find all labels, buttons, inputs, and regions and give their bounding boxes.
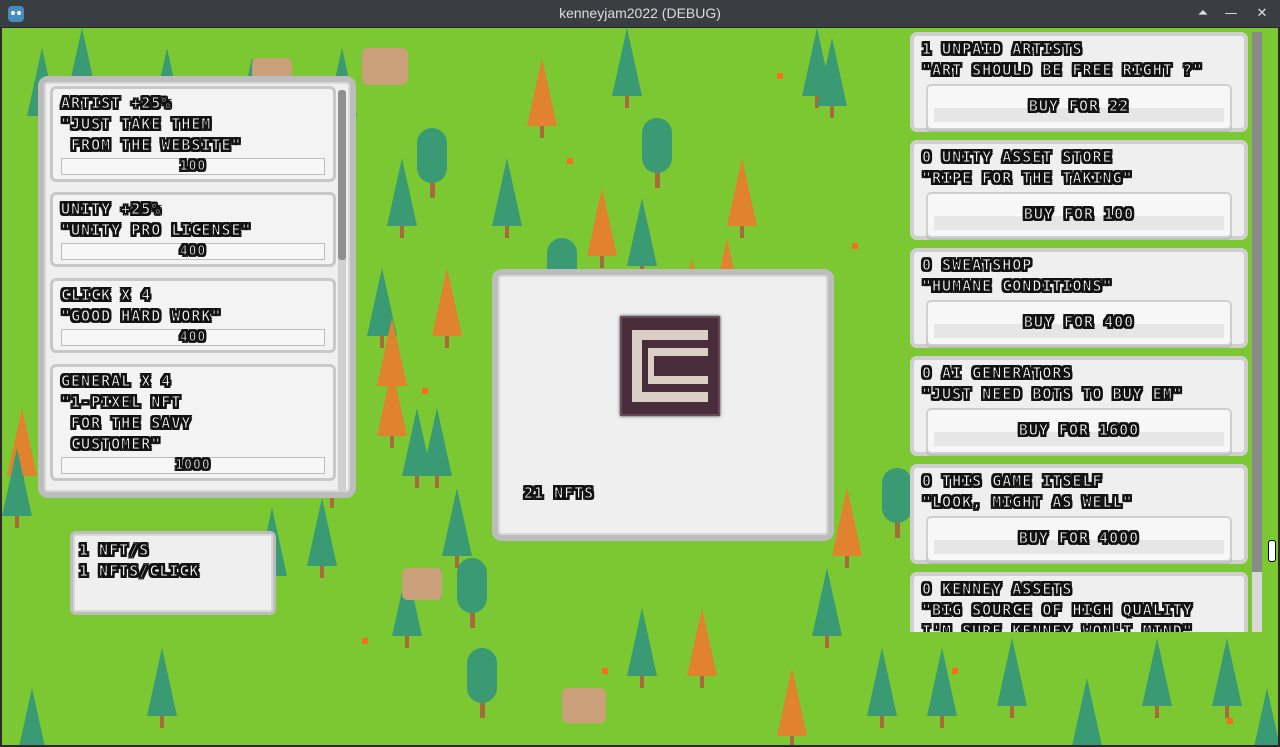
minimize-icon[interactable]: — [1221,4,1241,24]
upgrade-price: 400 [61,243,325,260]
upgrade-description: GENERAL X 4 "1-PIXEL NFT FOR THE SAVY CU… [61,372,192,454]
generator-this-game-itself: 0 THIS GAME ITSELF "LOOK, MIGHT AS WELL"… [910,464,1248,564]
upgrade-price: 1000 [61,457,325,474]
nft-per-second: 1 NFT/S [79,541,150,560]
generators-list: 1 UNPAID ARTISTS "ART SHOULD BE FREE RIG… [910,32,1266,632]
window-titlebar: kenneyjam2022 (DEBUG) ⏶ — ✕ [0,0,1280,28]
upgrade-item-unity[interactable]: UNITY +25% "UNITY PRO LICENSE" 400 [50,192,336,267]
upgrade-price: 400 [61,329,325,346]
buy-button[interactable]: BUY FOR 22 [926,84,1232,130]
upgrades-scroll-thumb[interactable] [338,90,346,260]
upgrade-item-general[interactable]: GENERAL X 4 "1-PIXEL NFT FOR THE SAVY CU… [50,364,336,481]
generator-title: 0 KENNEY ASSETS [922,580,1073,599]
generator-title: 1 UNPAID ARTISTS [922,40,1083,59]
buy-button[interactable]: BUY FOR 100 [926,192,1232,238]
upgrade-description: CLICK X 4 "GOOD HARD WORK" [61,286,222,326]
generators-scroll-thumb[interactable] [1252,32,1262,572]
nft-per-click: 1 NFTS/CLICK [79,562,200,581]
generator-sweatshop: 0 SWEATSHOP "HUMANE CONDITIONS" BUY FOR … [910,248,1248,348]
buy-button[interactable]: BUY FOR 400 [926,300,1232,346]
generator-title: 0 AI GENERATORS [922,364,1073,383]
game-viewport[interactable]: ARTIST +25% "JUST TAKE THEM FROM THE WEB… [2,28,1278,745]
nft-count: 21 NFTS [523,484,595,503]
generators-scrollbar[interactable] [1252,32,1262,632]
upgrades-panel: ARTIST +25% "JUST TAKE THEM FROM THE WEB… [38,76,356,498]
generator-unpaid-artists: 1 UNPAID ARTISTS "ART SHOULD BE FREE RIG… [910,32,1248,132]
buy-button[interactable]: BUY FOR 4000 [926,516,1232,562]
upgrade-price: 100 [61,158,325,175]
upgrade-description: UNITY +25% "UNITY PRO LICENSE" [61,200,252,240]
generator-quote: "HUMANE CONDITIONS" [922,277,1113,296]
keep-above-icon[interactable]: ⏶ [1193,4,1213,24]
generator-title: 0 UNITY ASSET STORE [922,148,1113,167]
generator-title: 0 THIS GAME ITSELF [922,472,1103,491]
buy-button-label: BUY FOR 22 [1028,97,1130,116]
generator-unity-asset-store: 0 UNITY ASSET STORE "RIPE FOR THE TAKING… [910,140,1248,240]
window-title: kenneyjam2022 (DEBUG) [559,5,721,21]
mouse-cursor-icon [1268,540,1276,562]
generator-quote: "BIG SOURCE OF HIGH QUALITY I'M SURE KEN… [922,601,1193,633]
generator-ai-generators: 0 AI GENERATORS "JUST NEED BOTS TO BUY E… [910,356,1248,456]
upgrade-description: ARTIST +25% "JUST TAKE THEM FROM THE WEB… [61,94,242,155]
buy-button[interactable]: BUY FOR 1600 [926,408,1232,454]
nft-pixel-art-icon [622,318,718,414]
upgrade-item-artist[interactable]: ARTIST +25% "JUST TAKE THEM FROM THE WEB… [50,86,336,182]
buy-button-label: BUY FOR 100 [1023,205,1135,224]
generator-quote: "ART SHOULD BE FREE RIGHT ?" [922,61,1203,80]
buy-button-label: BUY FOR 400 [1023,313,1135,332]
generator-quote: "JUST NEED BOTS TO BUY EM" [922,385,1183,404]
buy-button-label: BUY FOR 4000 [1018,529,1140,548]
upgrades-scrollbar[interactable] [338,90,346,492]
nft-click-panel: 21 NFTS [492,269,834,541]
buy-button-label: BUY FOR 1600 [1018,421,1140,440]
generator-title: 0 SWEATSHOP [922,256,1033,275]
rates-panel: 1 NFT/S 1 NFTS/CLICK [70,531,276,615]
generator-quote: "LOOK, MIGHT AS WELL" [922,493,1133,512]
generator-kenney-assets: 0 KENNEY ASSETS "BIG SOURCE OF HIGH QUAL… [910,572,1248,632]
close-icon[interactable]: ✕ [1252,4,1272,24]
nft-click-button[interactable] [620,316,720,416]
upgrade-item-click[interactable]: CLICK X 4 "GOOD HARD WORK" 400 [50,278,336,353]
generator-quote: "RIPE FOR THE TAKING" [922,169,1133,188]
